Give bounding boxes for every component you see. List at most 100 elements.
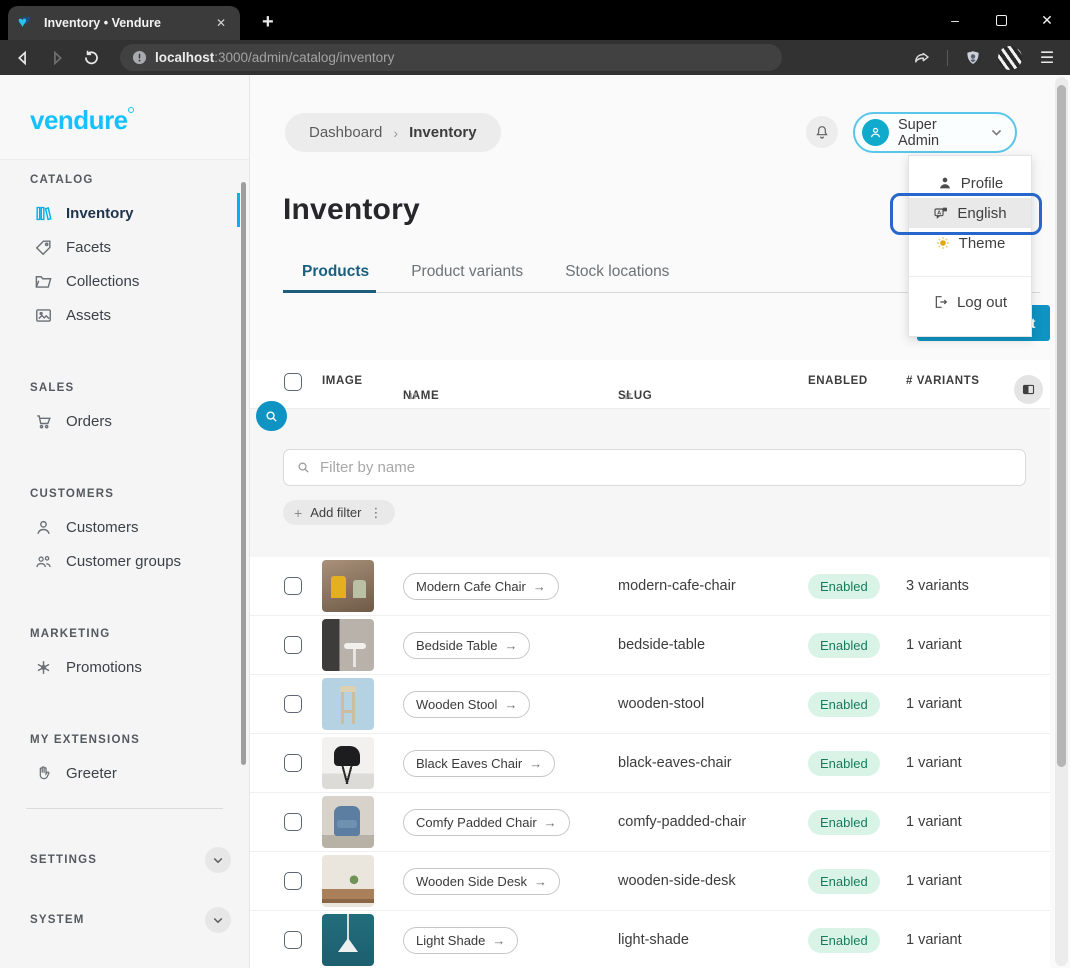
svg-text:A: A (938, 210, 942, 216)
select-all-checkbox[interactable] (284, 373, 302, 391)
breadcrumb-inventory[interactable]: Inventory (409, 124, 477, 141)
maximize-button[interactable] (978, 0, 1024, 40)
status-badge: Enabled (808, 810, 880, 835)
product-name: Modern Cafe Chair (416, 579, 526, 594)
minimize-button[interactable]: – (932, 0, 978, 40)
product-name: Comfy Padded Chair (416, 815, 537, 830)
product-thumbnail[interactable] (322, 619, 374, 671)
product-slug: black-eaves-chair (618, 755, 732, 771)
menu-divider (909, 276, 1031, 277)
new-tab-button[interactable]: + (262, 11, 274, 34)
table-row: Modern Cafe Chair → modern-cafe-chair En… (250, 557, 1050, 616)
product-slug: wooden-side-desk (618, 873, 736, 889)
product-name-link[interactable]: Comfy Padded Chair → (403, 809, 570, 836)
sidebar-section-system[interactable]: SYSTEM (0, 907, 249, 933)
section-label-sales: SALES (30, 382, 249, 394)
menu-item-profile[interactable]: Profile (909, 168, 1031, 198)
site-info-icon[interactable] (132, 50, 147, 65)
back-button[interactable] (10, 45, 36, 71)
settings-expand-button[interactable] (205, 847, 231, 873)
address-bar[interactable]: localhost:3000/admin/catalog/inventory (120, 44, 782, 71)
browser-tab[interactable]: ♥ ♥ Inventory • Vendure ✕ (8, 6, 240, 40)
status-badge: Enabled (808, 633, 880, 658)
sidebar-item-collections[interactable]: Collections (0, 268, 249, 294)
sort-icon[interactable] (622, 390, 634, 405)
sidebar-item-promotions[interactable]: Promotions (0, 654, 249, 680)
sort-icon[interactable] (407, 390, 419, 405)
product-thumbnail[interactable] (322, 678, 374, 730)
brave-shield-button[interactable] (960, 45, 986, 71)
avatar (862, 119, 889, 146)
breadcrumb-separator-icon: › (393, 125, 398, 141)
sidebar-scrollbar[interactable] (241, 182, 246, 765)
variant-count: 1 variant (906, 755, 962, 771)
tab-products[interactable]: Products (302, 263, 369, 293)
tab-stock-locations[interactable]: Stock locations (565, 263, 669, 293)
vendure-logo[interactable]: vendure (30, 105, 128, 136)
menu-item-theme[interactable]: Theme (909, 228, 1031, 258)
search-button[interactable] (256, 401, 287, 431)
table-row: Wooden Side Desk → wooden-side-desk Enab… (250, 852, 1050, 911)
tab-product-variants[interactable]: Product variants (411, 263, 523, 293)
system-expand-button[interactable] (205, 907, 231, 933)
breadcrumb-dashboard[interactable]: Dashboard (309, 124, 382, 141)
tab-close-icon[interactable]: ✕ (212, 14, 230, 32)
browser-profile-avatar[interactable] (998, 46, 1022, 70)
row-checkbox[interactable] (284, 636, 302, 654)
product-name: Bedside Table (416, 638, 497, 653)
sidebar-section-settings[interactable]: SETTINGS (0, 847, 249, 873)
product-name-link[interactable]: Wooden Stool → (403, 691, 530, 718)
product-name-link[interactable]: Modern Cafe Chair → (403, 573, 559, 600)
sidebar-item-facets[interactable]: Facets (0, 234, 249, 260)
product-name-link[interactable]: Bedside Table → (403, 632, 530, 659)
product-thumbnail[interactable] (322, 914, 374, 966)
sidebar-item-orders[interactable]: Orders (0, 408, 249, 434)
row-checkbox[interactable] (284, 813, 302, 831)
product-name-link[interactable]: Wooden Side Desk → (403, 868, 560, 895)
variant-count: 1 variant (906, 932, 962, 948)
sidebar-item-greeter[interactable]: Greeter (0, 760, 249, 786)
row-checkbox[interactable] (284, 754, 302, 772)
row-checkbox[interactable] (284, 577, 302, 595)
product-thumbnail[interactable] (322, 796, 374, 848)
forward-button[interactable] (44, 45, 70, 71)
sidebar-item-inventory[interactable]: Inventory (0, 200, 249, 226)
user-icon (937, 175, 953, 191)
row-checkbox[interactable] (284, 695, 302, 713)
notifications-button[interactable] (806, 116, 838, 148)
row-checkbox[interactable] (284, 931, 302, 949)
sidebar-item-customers[interactable]: Customers (0, 514, 249, 540)
product-thumbnail[interactable] (322, 737, 374, 789)
product-name-link[interactable]: Black Eaves Chair → (403, 750, 555, 777)
filter-input-wrapper[interactable] (283, 449, 1026, 486)
url-text: localhost:3000/admin/catalog/inventory (155, 49, 394, 67)
filter-by-name-input[interactable] (320, 459, 1013, 476)
row-checkbox[interactable] (284, 872, 302, 890)
add-filter-button[interactable]: + Add filter ⋮ (283, 500, 395, 525)
sidebar-item-assets[interactable]: Assets (0, 302, 249, 328)
user-icon (868, 125, 883, 140)
main-content: Dashboard › Inventory Super Admin Invent… (250, 75, 1070, 968)
reload-button[interactable] (78, 45, 104, 71)
sidebar-item-customer-groups[interactable]: Customer groups (0, 548, 249, 574)
sidebar-item-label: Inventory (66, 205, 134, 222)
product-thumbnail[interactable] (322, 855, 374, 907)
arrow-right-icon: → (534, 874, 547, 889)
menu-item-language[interactable]: A English (909, 198, 1031, 228)
user-menu-button[interactable]: Super Admin (853, 112, 1017, 153)
filter-options-icon[interactable]: ⋮ (370, 505, 384, 521)
menu-item-logout[interactable]: Log out (909, 282, 1031, 322)
star-icon (34, 658, 53, 677)
arrow-right-icon: → (533, 579, 546, 594)
product-thumbnail[interactable] (322, 560, 374, 612)
sidebar-item-label: Promotions (66, 659, 142, 676)
chevron-down-icon (212, 914, 224, 926)
share-button[interactable] (909, 45, 935, 71)
browser-menu-button[interactable]: ☰ (1034, 45, 1060, 71)
page-scrollbar-thumb[interactable] (1057, 85, 1066, 767)
close-button[interactable]: ✕ (1024, 0, 1070, 40)
column-settings-button[interactable] (1014, 375, 1043, 404)
user-icon (34, 518, 53, 537)
product-name-link[interactable]: Light Shade → (403, 927, 518, 954)
sidebar-item-label: Assets (66, 307, 111, 324)
